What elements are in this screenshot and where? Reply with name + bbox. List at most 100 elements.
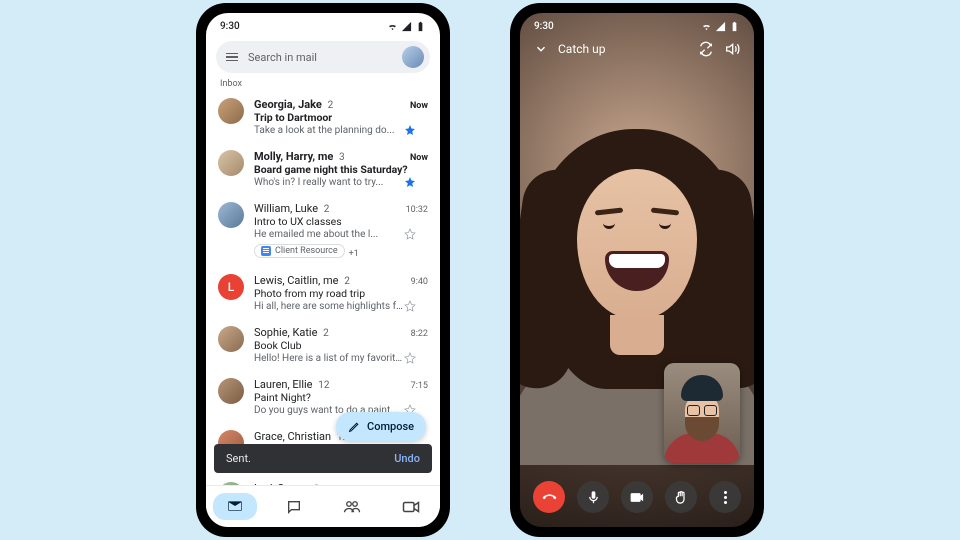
status-bar: 9:30: [206, 13, 440, 35]
status-icons-call: [701, 21, 740, 32]
account-avatar[interactable]: [402, 46, 424, 68]
star-filled-icon[interactable]: [404, 124, 416, 136]
email-row[interactable]: Molly, Harry, me 3NowBoard game night th…: [206, 143, 440, 195]
camera-icon: [630, 490, 645, 505]
snackbar: Sent. Undo: [214, 444, 432, 473]
email-row[interactable]: L Lewis, Caitlin, me 29:40Photo from my r…: [206, 267, 440, 319]
bottom-nav: [206, 485, 440, 527]
section-label: Inbox: [206, 77, 440, 91]
battery-icon: [415, 21, 426, 32]
thread-count: 2: [324, 204, 330, 215]
email-preview: Hi all, here are some highlights fr...: [254, 301, 404, 312]
thread-count: 3: [339, 152, 345, 163]
email-subject: Paint Night?: [254, 391, 428, 404]
switch-camera-icon[interactable]: [698, 41, 714, 57]
search-bar[interactable]: Search in mail: [216, 41, 430, 73]
thread-count: 12: [318, 380, 329, 391]
speaker-icon[interactable]: [724, 41, 740, 57]
raise-hand-button[interactable]: [665, 481, 697, 513]
attachment-chip[interactable]: Client Resource: [254, 244, 345, 258]
star-filled-icon[interactable]: [404, 176, 416, 188]
email-preview: He emailed me about the l...: [254, 229, 404, 240]
hangup-icon: [542, 490, 557, 505]
wifi-icon: [387, 21, 398, 32]
search-placeholder: Search in mail: [248, 51, 392, 64]
video-icon: [402, 501, 420, 513]
mute-button[interactable]: [577, 481, 609, 513]
email-preview: Hello! Here is a list of my favorite...: [254, 353, 404, 364]
email-subject: Photo from my road trip: [254, 287, 428, 300]
phone-mail: 9:30 Search in mail Inbox Georgia, Jake …: [196, 3, 450, 537]
sender-avatar: L: [218, 274, 244, 300]
sender-avatar: [218, 98, 244, 124]
email-row[interactable]: Lori, Susan 2: [206, 475, 440, 485]
email-time: 7:15: [411, 381, 428, 391]
email-from: Georgia, Jake 2: [254, 98, 410, 111]
snackbar-message: Sent.: [226, 452, 394, 465]
compose-button[interactable]: Compose: [336, 412, 426, 441]
call-header: Catch up: [520, 41, 754, 57]
thread-count: 2: [323, 328, 329, 339]
mic-icon: [586, 490, 601, 505]
email-subject: Intro to UX classes: [254, 215, 428, 228]
nav-mail[interactable]: [206, 493, 265, 520]
star-outline-icon[interactable]: [404, 352, 416, 364]
doc-icon: [261, 246, 271, 256]
snackbar-undo[interactable]: Undo: [394, 452, 420, 465]
email-subject: Trip to Dartmoor: [254, 111, 428, 124]
thread-count: 2: [328, 100, 334, 111]
sender-avatar: [218, 150, 244, 176]
email-from: Lauren, Ellie 12: [254, 378, 411, 391]
pencil-icon: [348, 420, 361, 433]
email-time: 9:40: [411, 277, 428, 287]
thread-count: 2: [344, 276, 350, 287]
signal-icon: [715, 21, 726, 32]
nav-spaces[interactable]: [323, 500, 382, 514]
phone-call: 9:30 Catch up: [510, 3, 764, 537]
nav-chat[interactable]: [265, 499, 324, 515]
chip-extra-count: +1: [349, 249, 359, 259]
compose-label: Compose: [367, 420, 414, 433]
nav-meet[interactable]: [382, 501, 441, 513]
email-subject: Board game night this Saturday?: [254, 163, 428, 176]
email-time: Now: [410, 101, 428, 111]
status-icons: [387, 21, 426, 32]
more-icon: [724, 491, 727, 504]
mail-screen: 9:30 Search in mail Inbox Georgia, Jake …: [206, 13, 440, 527]
email-row[interactable]: Sophie, Katie 28:22Book ClubHello! Here …: [206, 319, 440, 371]
hand-icon: [674, 490, 689, 505]
email-preview: Take a look at the planning do...: [254, 125, 404, 136]
email-row[interactable]: William, Luke 210:32Intro to UX classesH…: [206, 195, 440, 267]
email-subject: Book Club: [254, 339, 428, 352]
people-icon: [343, 500, 361, 514]
more-button[interactable]: [709, 481, 741, 513]
email-preview: Who's in? I really want to try...: [254, 177, 404, 188]
email-time: Now: [410, 153, 428, 163]
end-call-button[interactable]: [533, 481, 565, 513]
wifi-icon: [701, 21, 712, 32]
star-outline-icon[interactable]: [404, 228, 416, 240]
email-row[interactable]: Georgia, Jake 2NowTrip to DartmoorTake a…: [206, 91, 440, 143]
email-time: 8:22: [411, 329, 428, 339]
status-time: 9:30: [220, 21, 387, 32]
sender-avatar: [218, 378, 244, 404]
menu-icon[interactable]: [226, 53, 238, 62]
status-bar-call: 9:30: [520, 13, 754, 35]
call-controls: [520, 481, 754, 513]
call-title: Catch up: [558, 42, 688, 56]
camera-button[interactable]: [621, 481, 653, 513]
email-from: Sophie, Katie 2: [254, 326, 411, 339]
battery-icon: [729, 21, 740, 32]
star-outline-icon[interactable]: [404, 300, 416, 312]
sender-avatar: [218, 326, 244, 352]
email-from: William, Luke 2: [254, 202, 406, 215]
chevron-down-icon[interactable]: [534, 42, 548, 56]
sender-avatar: [218, 202, 244, 228]
email-from: Lewis, Caitlin, me 2: [254, 274, 411, 287]
signal-icon: [401, 21, 412, 32]
mail-icon: [227, 500, 243, 512]
email-time: 10:32: [406, 205, 428, 215]
chip-label: Client Resource: [275, 246, 338, 256]
call-screen: 9:30 Catch up: [520, 13, 754, 527]
self-view[interactable]: [664, 363, 740, 463]
